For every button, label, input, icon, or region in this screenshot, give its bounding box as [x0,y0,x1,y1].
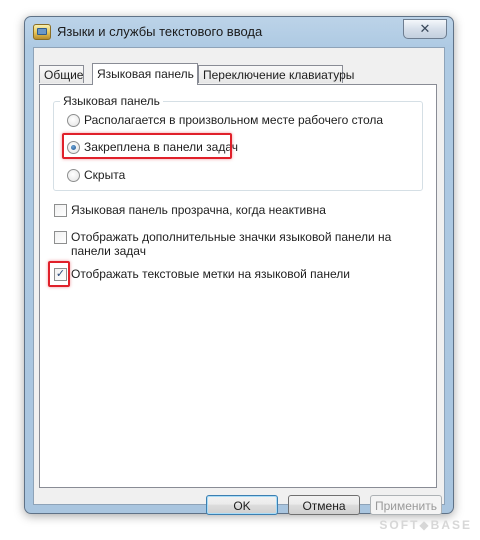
keyboard-app-icon [33,24,51,40]
checkbox-label-line2: панели задач [71,244,146,258]
radio-hidden[interactable]: Скрыта [67,168,125,182]
highlight-box-docked [62,133,232,159]
checkbox[interactable] [54,231,67,244]
highlight-box-checkbox [48,261,70,287]
tab-label: Общие [44,68,84,82]
close-icon: ✕ [419,21,431,36]
close-button[interactable]: ✕ [403,19,447,39]
dialog-window: Языки и службы текстового ввода ✕ Общие … [24,16,454,515]
button-label: Отмена [302,499,346,513]
checkbox-extra-icons[interactable]: Отображать дополнительные значки языково… [54,230,391,258]
checkbox-transparent[interactable]: Языковая панель прозрачна, когда неактив… [54,203,326,217]
tab-keyboard-switch[interactable]: Переключение клавиатуры [198,65,354,83]
apply-button[interactable]: Применить [370,495,442,515]
button-label: Применить [374,499,437,513]
tab-label: Переключение клавиатуры [203,68,355,82]
window-title: Языки и службы текстового ввода [57,24,263,39]
radio-label: Скрыта [84,168,126,182]
tab-panel: Языковая панель Располагается в произвол… [39,84,437,488]
dialog-client: Общие Языковая панель Переключение клави… [33,47,445,515]
checkbox-label: Отображать текстовые метки на языковой п… [71,267,350,281]
group-legend: Языковая панель [60,94,163,108]
radio-button[interactable] [67,169,80,182]
cancel-button[interactable]: Отмена [288,495,360,515]
radio-label: Располагается в произвольном месте рабоч… [84,113,384,127]
watermark-logo: SOFT◆BASE [379,518,472,532]
tab-language-bar[interactable]: Языковая панель [92,63,198,85]
button-label: OK [233,499,251,513]
radio-button[interactable] [67,114,80,127]
radio-floating[interactable]: Располагается в произвольном месте рабоч… [67,113,383,127]
checkbox-text-labels[interactable]: ✓ Отображать текстовые метки на языковой… [54,267,350,281]
tab-label: Языковая панель [97,67,194,81]
checkbox-label-block: Отображать дополнительные значки языково… [71,230,391,258]
language-bar-group: Языковая панель Располагается в произвол… [53,94,423,191]
checkbox[interactable] [54,204,67,217]
title-bar[interactable]: Языки и службы текстового ввода ✕ [25,17,453,47]
checkbox-label: Отображать дополнительные значки языково… [71,230,392,244]
tab-general[interactable]: Общие [39,65,84,83]
checkbox-label: Языковая панель прозрачна, когда неактив… [71,203,326,217]
ok-button[interactable]: OK [206,495,278,515]
